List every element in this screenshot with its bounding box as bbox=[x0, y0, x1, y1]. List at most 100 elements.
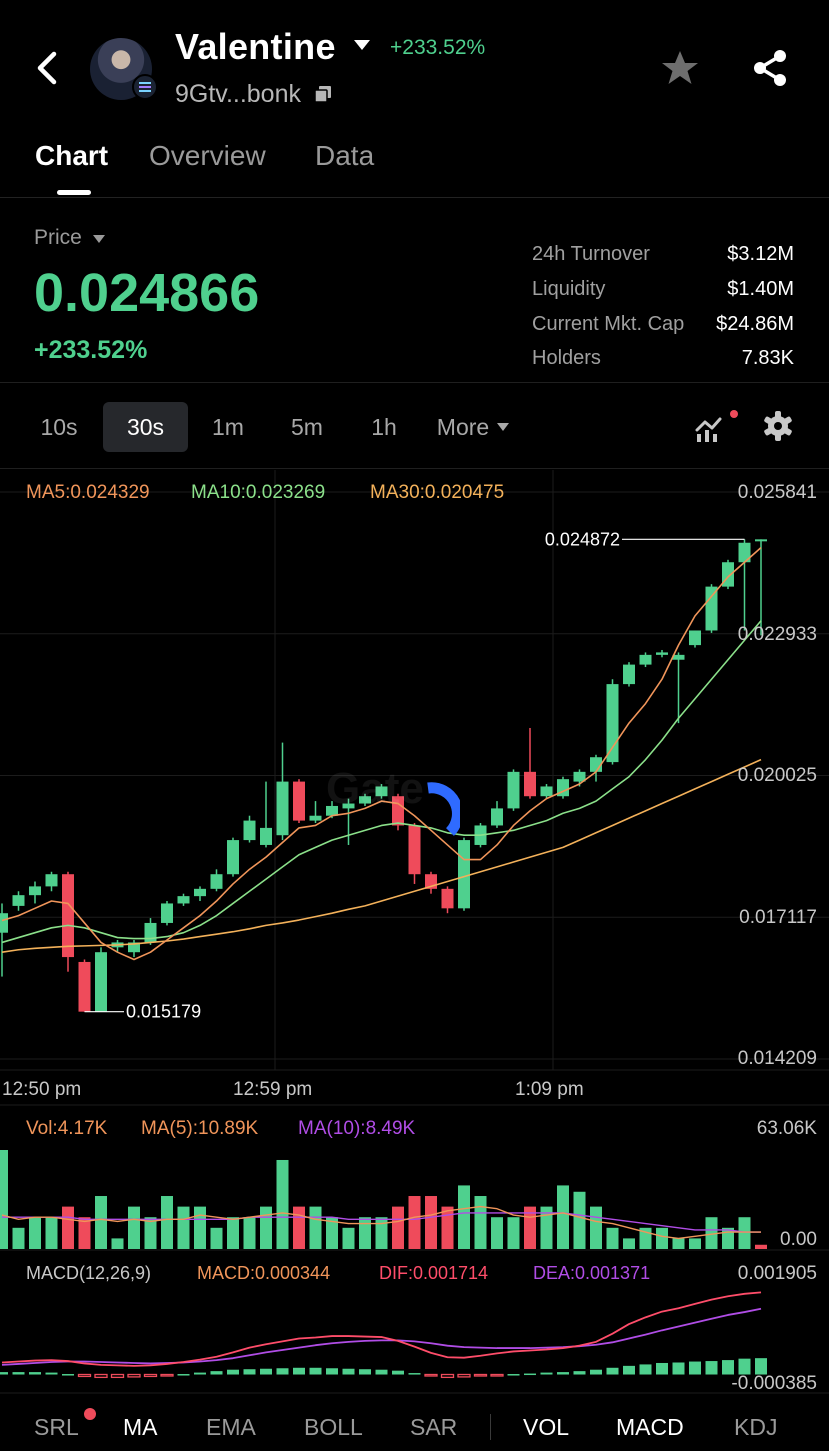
indicator-separator bbox=[490, 1414, 491, 1440]
loading-spinner-icon bbox=[427, 782, 460, 836]
ma30-legend: MA30:0.020475 bbox=[370, 482, 505, 503]
macd-histogram-bar bbox=[45, 1372, 58, 1375]
gate-watermark: Gate bbox=[326, 764, 424, 813]
macd-axis-max: 0.001905 bbox=[737, 1263, 817, 1284]
volume-bar bbox=[0, 1150, 8, 1249]
volume-bar bbox=[359, 1217, 371, 1249]
volume-bar bbox=[95, 1196, 107, 1249]
macd-histogram-bar bbox=[293, 1367, 305, 1375]
candle-body bbox=[540, 786, 553, 797]
volume-bar bbox=[227, 1217, 239, 1249]
volume-bar bbox=[408, 1196, 421, 1249]
candle-body bbox=[45, 874, 58, 887]
volume-bar bbox=[590, 1206, 602, 1249]
volume-bar bbox=[29, 1217, 41, 1249]
indicator-ma[interactable]: MA bbox=[123, 1414, 158, 1441]
macd-histogram-bar bbox=[309, 1367, 322, 1375]
candle-body bbox=[260, 827, 272, 845]
candle-body bbox=[161, 903, 173, 923]
macd-histogram-bar bbox=[359, 1369, 371, 1375]
macd-histogram-bar bbox=[375, 1369, 388, 1375]
candle-body bbox=[705, 586, 718, 631]
volume-bar bbox=[458, 1185, 470, 1249]
macd-dif-line bbox=[1, 1291, 762, 1367]
macd-histogram-bar bbox=[656, 1362, 668, 1375]
macd-histogram-bar bbox=[0, 1372, 8, 1375]
indicator-macd[interactable]: MACD bbox=[616, 1414, 684, 1441]
volume-bar bbox=[672, 1238, 685, 1249]
macd-histogram-bar bbox=[260, 1368, 272, 1375]
volume-bar bbox=[177, 1206, 190, 1249]
time-axis-tick: 1:09 pm bbox=[515, 1079, 584, 1100]
volume-bar bbox=[441, 1206, 454, 1249]
macd-histogram-bar bbox=[689, 1361, 701, 1375]
volume-bar bbox=[12, 1227, 25, 1249]
macd-histogram-bar bbox=[342, 1368, 355, 1375]
macd-histogram-bar bbox=[457, 1373, 471, 1378]
price-axis-tick: 0.017117 bbox=[739, 907, 817, 928]
volume-bar bbox=[111, 1238, 124, 1249]
macd-histogram-bar bbox=[77, 1373, 92, 1378]
macd-histogram-bar bbox=[326, 1368, 338, 1375]
volume-bar bbox=[491, 1217, 503, 1249]
indicator-kdj[interactable]: KDJ bbox=[734, 1414, 777, 1441]
indicator-ema[interactable]: EMA bbox=[206, 1414, 256, 1441]
volume-bar bbox=[243, 1217, 256, 1249]
volume-bar bbox=[62, 1206, 74, 1249]
macd-histogram-bar bbox=[227, 1369, 239, 1375]
volume-bar bbox=[161, 1196, 173, 1249]
candle-body bbox=[78, 961, 91, 1012]
macd-histogram-bar bbox=[573, 1371, 586, 1375]
price-axis-tick: 0.025841 bbox=[737, 482, 817, 503]
volume-bar bbox=[474, 1196, 487, 1249]
macd-histogram-bar bbox=[160, 1373, 174, 1377]
macd-histogram-bar bbox=[623, 1365, 635, 1375]
indicator-srl[interactable]: SRL bbox=[34, 1414, 79, 1441]
macd-histogram-bar bbox=[194, 1372, 206, 1375]
macd-axis-min: -0.000385 bbox=[731, 1373, 817, 1394]
indicator-boll[interactable]: BOLL bbox=[304, 1414, 363, 1441]
candle-body bbox=[524, 771, 536, 797]
macd-histogram-bar bbox=[143, 1373, 158, 1378]
volume-axis-min: 0.00 bbox=[780, 1229, 817, 1250]
indicator-bar: SRL MA EMA BOLL SAR VOL MACD KDJ bbox=[0, 1400, 829, 1451]
volume-legend: Vol:4.17K bbox=[26, 1118, 108, 1139]
macd-value-legend: MACD:0.000344 bbox=[197, 1263, 331, 1283]
macd-dif-legend: DIF:0.001714 bbox=[379, 1263, 489, 1283]
price-axis-tick: 0.020025 bbox=[737, 765, 817, 786]
candle-body bbox=[29, 886, 41, 896]
volume-bar bbox=[194, 1206, 206, 1249]
indicator-sar[interactable]: SAR bbox=[410, 1414, 457, 1441]
price-axis-tick: 0.022933 bbox=[737, 624, 817, 645]
macd-histogram-bar bbox=[110, 1373, 125, 1379]
high-price-marker: 0.024872 bbox=[545, 529, 620, 549]
volume-bar bbox=[293, 1206, 305, 1249]
candle-body bbox=[441, 888, 454, 909]
macd-histogram-bar bbox=[590, 1369, 602, 1375]
volume-axis-max: 63.06K bbox=[756, 1118, 817, 1139]
candle-body bbox=[689, 630, 701, 646]
indicator-vol[interactable]: VOL bbox=[523, 1414, 569, 1441]
macd-histogram-bar bbox=[12, 1372, 25, 1375]
candle-body bbox=[309, 815, 322, 821]
volume-bar bbox=[738, 1217, 751, 1249]
volume-bar bbox=[309, 1206, 322, 1249]
macd-histogram-bar bbox=[424, 1373, 438, 1377]
macd-histogram-bar bbox=[243, 1369, 256, 1375]
candlestick-chart[interactable]: 0.024872 0.015179 bbox=[0, 0, 829, 1451]
volume-bar bbox=[45, 1217, 58, 1249]
price-axis-tick: 0.014209 bbox=[737, 1048, 817, 1069]
macd-params-legend: MACD(12,26,9) bbox=[26, 1263, 152, 1283]
low-price-marker: 0.015179 bbox=[126, 1002, 201, 1022]
candle-body bbox=[95, 952, 107, 1012]
macd-dea-legend: DEA:0.001371 bbox=[533, 1263, 651, 1283]
volume-bar bbox=[507, 1217, 520, 1249]
candle-body bbox=[12, 895, 25, 906]
candle-body bbox=[639, 654, 652, 665]
candle-body bbox=[62, 874, 74, 958]
candle-body bbox=[227, 840, 239, 875]
volume-bar bbox=[606, 1227, 619, 1249]
volume-bar bbox=[375, 1217, 388, 1249]
volume-bar bbox=[755, 1244, 767, 1249]
candle-body bbox=[755, 539, 767, 542]
